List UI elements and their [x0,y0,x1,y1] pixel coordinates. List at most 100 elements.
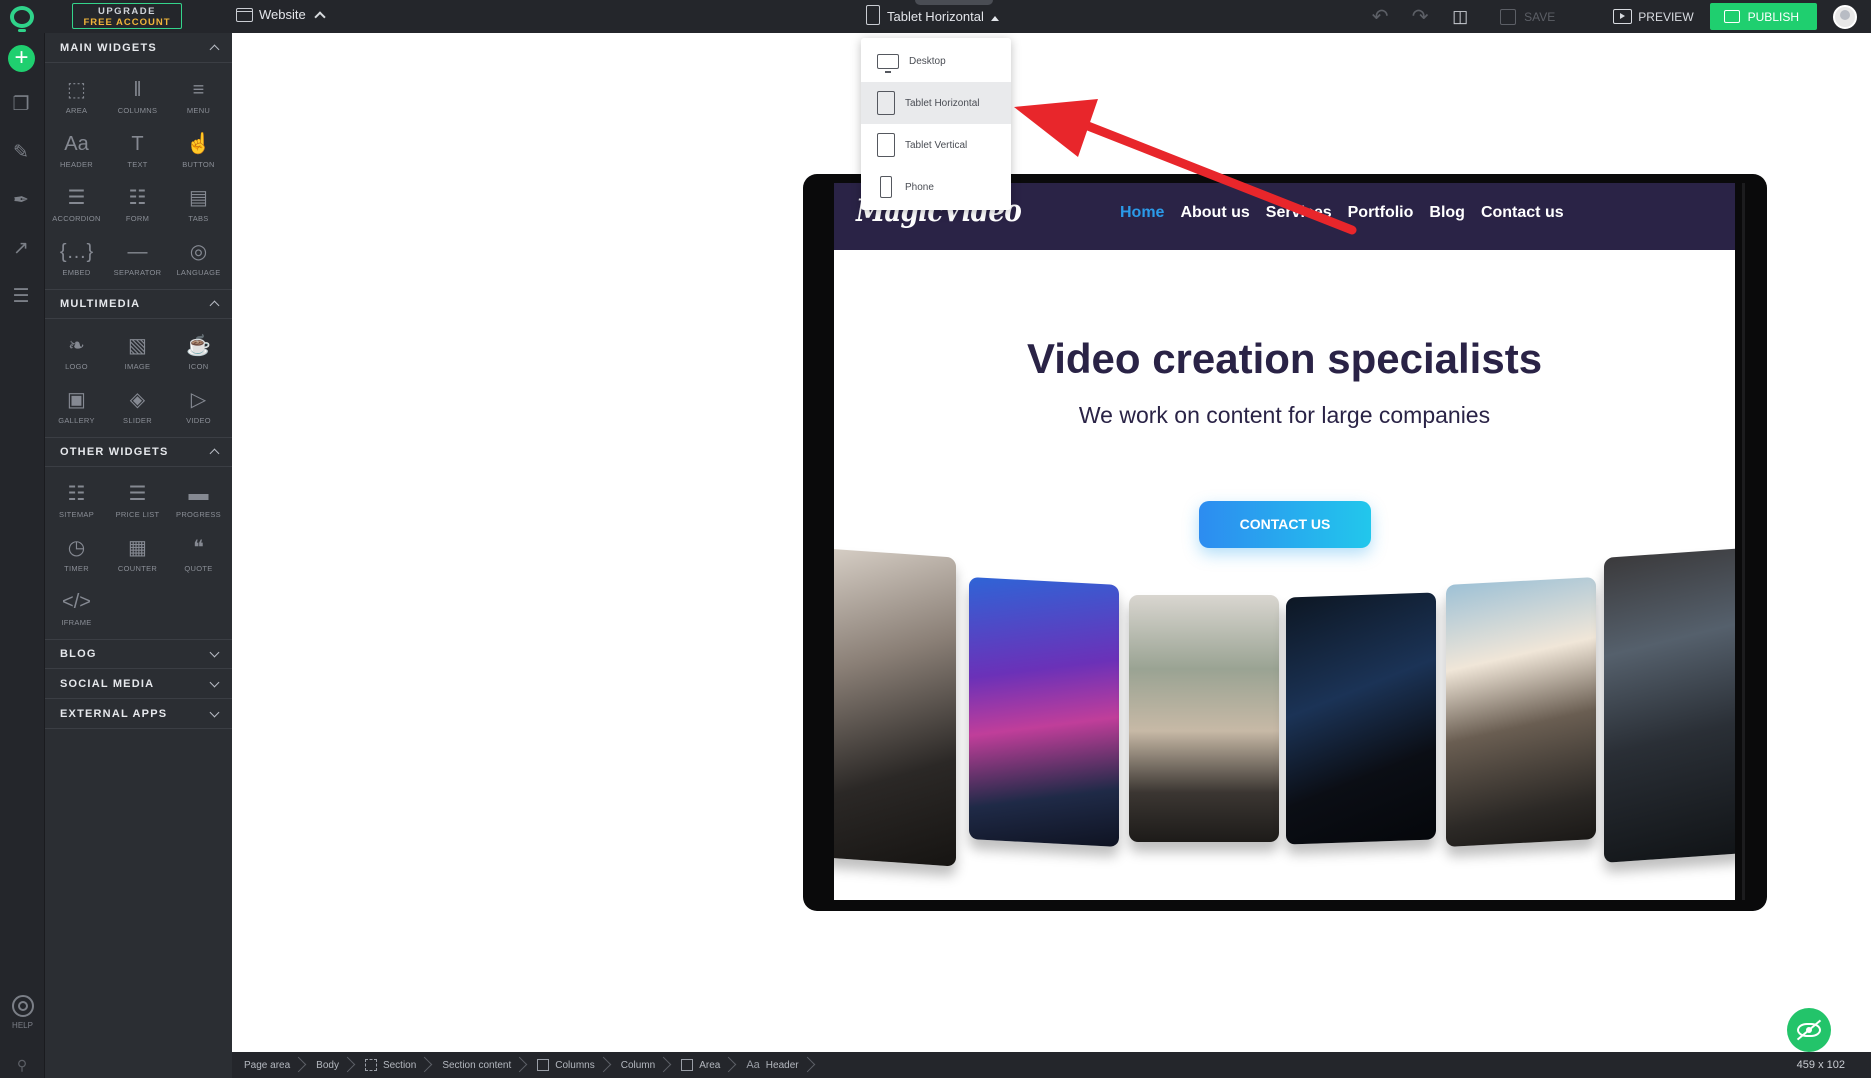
widget-sitemap[interactable]: ☷ SITEMAP [46,473,107,527]
icon-icon: ☕ [186,334,211,357]
contact-us-button[interactable]: CONTACT US [1199,501,1371,548]
widget-menu[interactable]: ≡ MENU [168,69,229,123]
widget-timer[interactable]: ◷ TIMER [46,527,107,581]
save-button[interactable]: SAVE [1500,8,1555,25]
widget-accordion[interactable]: ☰ ACCORDION [46,177,107,231]
hero-subtitle[interactable]: We work on content for large companies [834,402,1735,429]
language-icon: ◎ [189,240,208,263]
sitemap-structure-icon[interactable]: ◫ [1440,7,1480,27]
widget-price-list[interactable]: ☰ PRICE LIST [107,473,168,527]
counter-icon: ▦ [128,536,147,559]
widget-form[interactable]: ☷ FORM [107,177,168,231]
nav-link-blog[interactable]: Blog [1429,204,1465,222]
website-selector[interactable]: Website [236,7,326,23]
website-selector-label: Website [259,7,306,22]
editor-canvas[interactable]: MagicVideo Home About us Services Portfo… [232,33,1871,1052]
widget-language[interactable]: ◎ LANGUAGE [168,231,229,285]
section-title: SOCIAL MEDIA [60,677,155,690]
chevron-up-icon [209,448,220,459]
widget-image[interactable]: ▧ IMAGE [107,325,168,379]
nav-link-about[interactable]: About us [1180,204,1249,222]
upgrade-button[interactable]: UPGRADE FREE ACCOUNT [72,3,182,29]
device-option-label: Tablet Vertical [905,139,968,151]
section-social-media[interactable]: SOCIAL MEDIA [45,669,232,699]
breadcrumb-page-area[interactable]: Page area [232,1052,304,1078]
iframe-icon: </> [62,590,91,613]
widget-area[interactable]: ⬚ AREA [46,69,107,123]
widget-button[interactable]: ☝ BUTTON [168,123,229,177]
breadcrumb-body[interactable]: Body [304,1052,353,1078]
pages-icon[interactable]: ❐ [10,95,32,115]
widget-text[interactable]: T TEXT [107,123,168,177]
device-option-desktop[interactable]: Desktop [861,40,1011,82]
nav-link-services[interactable]: Services [1266,204,1332,222]
widget-progress[interactable]: ▬ PROGRESS [168,473,229,527]
add-icon[interactable]: + [8,45,35,72]
widget-logo[interactable]: ❧ LOGO [46,325,107,379]
upgrade-label: UPGRADE [97,6,156,17]
widget-slider[interactable]: ◈ SLIDER [107,379,168,433]
pin-icon[interactable]: ⚲ [0,1052,45,1078]
widget-tabs[interactable]: ▤ TABS [168,177,229,231]
preview-button[interactable]: PREVIEW [1613,9,1694,24]
section-other-widgets[interactable]: OTHER WIDGETS [45,437,232,467]
widget-label: EMBED [62,267,91,277]
site-nav-menu: Home About us Services Portfolio Blog Co… [1120,204,1564,222]
tablet-screen[interactable]: MagicVideo Home About us Services Portfo… [834,183,1735,900]
menu-icon: ≡ [192,78,205,101]
breadcrumb-label: Page area [244,1059,291,1071]
stats-icon[interactable]: ↗ [10,239,32,259]
design-brush-icon[interactable]: ✒ [10,191,32,211]
widget-video[interactable]: ▷ VIDEO [168,379,229,433]
hide-eye-button[interactable] [1787,1008,1831,1052]
edit-icon[interactable]: ✎ [10,143,32,163]
widget-quote[interactable]: ❝ QUOTE [168,527,229,581]
embed-icon: {…} [59,240,94,263]
breadcrumb-area[interactable]: Area [669,1052,734,1078]
section-multimedia[interactable]: MULTIMEDIA [45,289,232,319]
nav-link-contact[interactable]: Contact us [1481,204,1564,222]
element-dimensions: 459 x 102 [1796,1059,1845,1071]
undo-icon[interactable]: ↶ [1360,4,1400,29]
device-option-phone[interactable]: Phone [861,166,1011,208]
breadcrumb-section-content[interactable]: Section content [430,1052,525,1078]
header-icon: Aa [64,132,89,155]
breadcrumb-columns[interactable]: Columns [525,1052,608,1078]
app-logo[interactable] [0,0,44,33]
nav-link-home[interactable]: Home [1120,204,1164,222]
help-button[interactable]: HELP [0,995,45,1030]
section-external-apps[interactable]: EXTERNAL APPS [45,699,232,729]
device-selector-label: Tablet Horizontal [887,8,984,24]
hero-title[interactable]: Video creation specialists [834,335,1735,383]
play-screen-icon [1613,9,1633,24]
user-avatar[interactable] [1833,4,1857,29]
widget-label: GALLERY [58,415,95,425]
widget-columns[interactable]: ‖ COLUMNS [107,69,168,123]
breadcrumb-header[interactable]: Aa Header [734,1052,812,1078]
main-widgets-grid: ⬚ AREA ‖ COLUMNS ≡ MENU Aa HEADER T TEXT ☝ BUTTON ☰ A… [45,63,232,289]
carousel-photo [969,577,1119,847]
free-account-label: FREE ACCOUNT [83,17,171,28]
device-option-tablet-horizontal[interactable]: Tablet Horizontal [861,82,1011,124]
other-widgets-grid: ☷ SITEMAP ☰ PRICE LIST ▬ PROGRESS ◷ TIMER ▦ COUNT… [45,467,232,639]
section-blog[interactable]: BLOG [45,639,232,669]
layers-icon[interactable]: ☰ [10,287,32,307]
breadcrumb-section[interactable]: Section [353,1052,430,1078]
section-main-widgets[interactable]: MAIN WIDGETS [45,33,232,63]
carousel-photo [1286,592,1436,845]
form-icon: ☷ [128,186,147,209]
widget-icon[interactable]: ☕ ICON [168,325,229,379]
widget-embed[interactable]: {…} EMBED [46,231,107,285]
nav-link-portfolio[interactable]: Portfolio [1348,204,1414,222]
widget-iframe[interactable]: </> IFRAME [46,581,107,635]
device-option-tablet-vertical[interactable]: Tablet Vertical [861,124,1011,166]
publish-button[interactable]: PUBLISH [1709,3,1817,30]
photo-carousel[interactable] [834,548,1735,883]
redo-icon[interactable]: ↷ [1400,4,1440,29]
widget-gallery[interactable]: ▣ GALLERY [46,379,107,433]
device-selector[interactable]: Tablet Horizontal [866,5,999,25]
widget-separator[interactable]: — SEPARATOR [107,231,168,285]
widget-header[interactable]: Aa HEADER [46,123,107,177]
widget-counter[interactable]: ▦ COUNTER [107,527,168,581]
breadcrumb-column[interactable]: Column [609,1052,669,1078]
